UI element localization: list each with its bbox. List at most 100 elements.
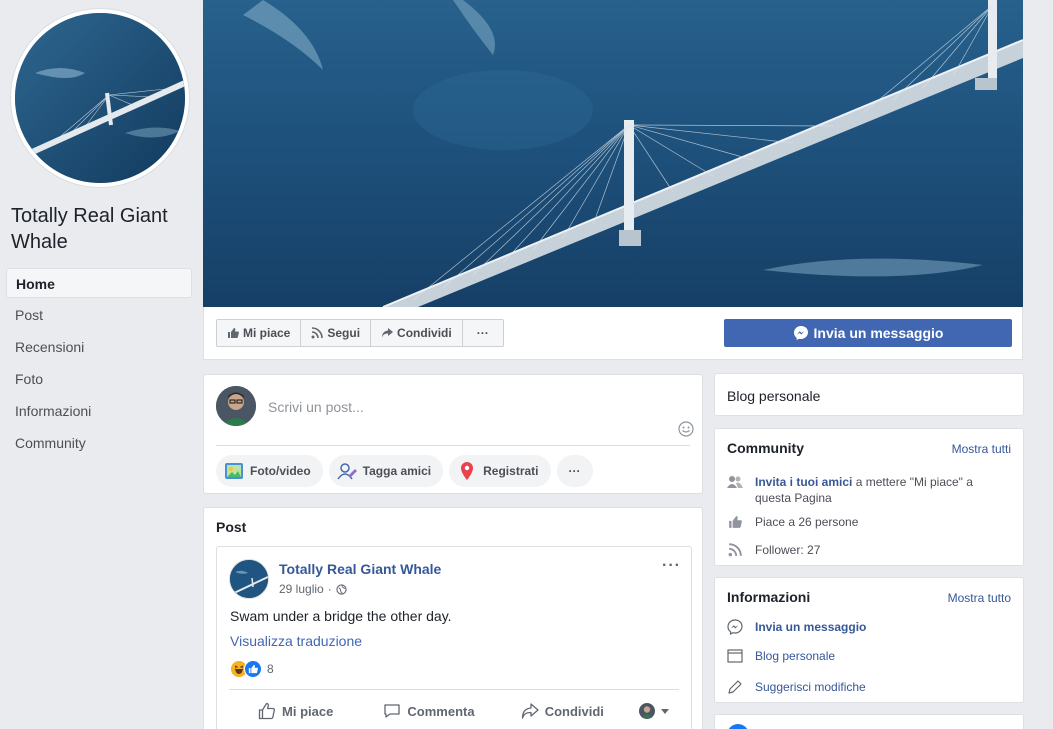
post-card: Totally Real Giant Whale 29 luglio · ···… (216, 546, 692, 729)
share-arrow-icon (382, 328, 394, 338)
page-title: Totally Real Giant Whale (11, 205, 168, 253)
nav-item-community[interactable]: Community (6, 428, 192, 458)
share-icon (521, 703, 539, 719)
comment-icon (384, 704, 401, 718)
likes-row: Piace a 26 persone (727, 514, 1011, 530)
page-category-card: Blog personale (714, 373, 1024, 416)
about-category-link[interactable]: Blog personale (755, 648, 835, 664)
thumbs-up-outline-icon (258, 702, 276, 720)
post-reactions[interactable]: 8 (230, 660, 274, 678)
like-page-button[interactable]: Mi piace (217, 320, 302, 346)
send-message-label: Invia un messaggio (813, 325, 944, 341)
community-see-all-link[interactable]: Mostra tutti (952, 442, 1011, 456)
more-actions-button[interactable]: ··· (463, 320, 503, 346)
like-reaction-icon (244, 660, 262, 678)
reaction-count: 8 (267, 662, 274, 676)
post-divider (229, 689, 679, 690)
post-meta-separator: · (327, 582, 332, 596)
messenger-icon (793, 326, 808, 340)
left-column: Totally Real Giant Whale Home Post Recen… (0, 0, 200, 729)
post-actions: Mi piace Commenta Condividi (229, 697, 679, 725)
photo-video-label: Foto/video (250, 464, 311, 478)
location-pin-icon (461, 462, 474, 480)
photo-icon (225, 463, 243, 479)
globe-icon (336, 583, 347, 595)
about-message-row: Invia un messaggio (727, 619, 1011, 635)
post-share-label: Condividi (544, 703, 604, 719)
composer-options: Foto/video Tagga amici Registrati ··· (216, 455, 593, 487)
next-card (714, 714, 1024, 729)
see-translation-link[interactable]: Visualizza traduzione (230, 633, 362, 649)
post-options-button[interactable]: ··· (662, 557, 681, 575)
about-title: Informazioni (727, 589, 811, 605)
nav-item-foto[interactable]: Foto (6, 364, 192, 394)
thumbs-up-icon (727, 514, 743, 530)
page-actions-group: Mi piace Segui Condividi ··· (216, 319, 504, 347)
like-page-label: Mi piace (243, 326, 291, 340)
suggest-edits-row: Suggerisci modifiche (727, 679, 1011, 695)
composer-input[interactable]: Scrivi un post... (268, 399, 364, 415)
send-message-button[interactable]: Invia un messaggio (724, 319, 1012, 347)
invite-friends-link[interactable]: Invita i tuoi amici (755, 475, 852, 489)
emoji-icon[interactable] (678, 421, 694, 437)
posts-section-title: Post (216, 519, 247, 535)
post-meta: 29 luglio · (279, 582, 347, 596)
post-composer: Scrivi un post... Foto/video Tagga amici… (203, 374, 703, 494)
follow-button[interactable]: Segui (301, 320, 372, 346)
check-in-button[interactable]: Registrati (449, 455, 551, 487)
pencil-icon (727, 679, 743, 695)
post-author-avatar[interactable] (229, 559, 269, 599)
post-like-label: Mi piace (282, 703, 334, 719)
page-category[interactable]: Blog personale (727, 388, 820, 404)
suggest-edits-link[interactable]: Suggerisci modifiche (755, 679, 866, 695)
composer-divider (216, 445, 690, 446)
post-comment-button[interactable]: Commenta (362, 702, 495, 720)
followers-count: Follower: 27 (755, 543, 821, 557)
post-share-button[interactable]: Condividi (496, 702, 629, 720)
caret-down-icon (660, 709, 669, 714)
tag-friends-button[interactable]: Tagga amici (328, 455, 444, 487)
tag-friends-label: Tagga amici (362, 464, 432, 478)
window-icon (727, 648, 743, 664)
rss-icon (727, 542, 743, 558)
page-nav: Home Post Recensioni Foto Informazioni C… (6, 268, 192, 460)
user-avatar[interactable] (216, 386, 256, 426)
info-circle-icon (728, 724, 748, 729)
photo-video-button[interactable]: Foto/video (216, 455, 323, 487)
likes-count: Piace a 26 persone (755, 515, 859, 529)
about-card: Informazioni Mostra tutto Invia un messa… (714, 577, 1024, 703)
messenger-outline-icon (727, 619, 743, 635)
nav-item-recensioni[interactable]: Recensioni (6, 332, 192, 362)
invite-friends-text: Invita i tuoi amici a mettere "Mi piace"… (755, 474, 1011, 506)
share-page-label: Condividi (397, 326, 452, 340)
community-title: Community (727, 440, 804, 456)
people-icon (727, 474, 743, 490)
post-comment-label: Commenta (407, 703, 475, 719)
nav-item-home[interactable]: Home (6, 268, 192, 298)
community-card: Community Mostra tutti Invita i tuoi ami… (714, 428, 1024, 566)
cover-photo[interactable] (203, 0, 1023, 307)
nav-item-informazioni[interactable]: Informazioni (6, 396, 192, 426)
rss-icon (311, 327, 324, 339)
thumbs-up-icon (228, 328, 239, 338)
followers-row: Follower: 27 (727, 542, 1011, 558)
invite-friends-row: Invita i tuoi amici a mettere "Mi piace"… (727, 474, 1011, 506)
nav-item-post[interactable]: Post (6, 300, 192, 330)
follow-label: Segui (327, 326, 361, 340)
tag-friends-icon (337, 463, 357, 480)
about-category-row: Blog personale (727, 648, 1011, 664)
user-mini-avatar (638, 703, 655, 719)
about-send-message-link[interactable]: Invia un messaggio (755, 619, 866, 635)
post-as-selector[interactable] (629, 703, 679, 719)
post-text: Swam under a bridge the other day. (230, 608, 452, 624)
page-action-bar: Mi piace Segui Condividi ··· Invia un me… (203, 307, 1023, 360)
posts-section: Post Totally Real Giant Whale 29 luglio … (203, 507, 703, 729)
share-page-button[interactable]: Condividi (371, 320, 463, 346)
post-like-button[interactable]: Mi piace (229, 702, 362, 720)
post-date[interactable]: 29 luglio (279, 582, 324, 596)
page-profile-picture[interactable] (11, 9, 189, 187)
about-see-all-link[interactable]: Mostra tutto (948, 591, 1011, 605)
post-author-name[interactable]: Totally Real Giant Whale (279, 561, 441, 577)
composer-more-button[interactable]: ··· (556, 455, 593, 487)
check-in-label: Registrati (483, 464, 539, 478)
